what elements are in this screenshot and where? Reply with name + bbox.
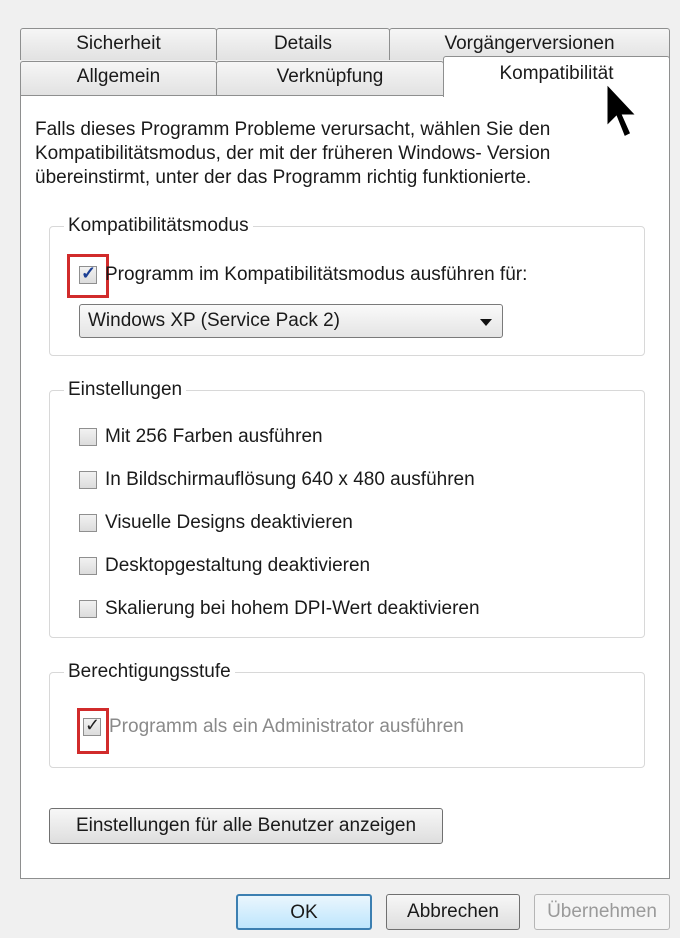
tab-sicherheit[interactable]: Sicherheit [20,28,217,60]
apply-button[interactable]: Übernehmen [534,894,670,930]
setting-640x480-checkbox[interactable] [79,471,97,489]
cancel-button[interactable]: Abbrechen [386,894,520,930]
settings-all-users-button[interactable]: Einstellungen für alle Benutzer anzeigen [49,808,443,844]
ok-button[interactable]: OK [236,894,372,930]
mouse-cursor-icon [604,80,642,141]
compatibility-panel: Falls dieses Programm Probleme verursach… [20,95,670,879]
compat-mode-checkbox-row[interactable]: Programm im Kompatibilitätsmodus ausführ… [79,263,528,286]
tab-details[interactable]: Details [216,28,390,60]
intro-text: Falls dieses Programm Probleme verursach… [35,119,551,188]
setting-640x480[interactable]: In Bildschirmauflösung 640 x 480 ausführ… [79,469,475,491]
setting-256-colors-label: Mit 256 Farben ausführen [105,426,323,447]
setting-dpi-scaling-label: Skalierung bei hohem DPI-Wert deaktivier… [105,598,480,619]
compat-mode-label: Programm im Kompatibilitätsmodus ausführ… [105,264,528,285]
setting-256-colors-checkbox[interactable] [79,428,97,446]
settings-title: Einstellungen [64,377,187,403]
compat-mode-checkbox[interactable] [79,263,97,284]
tab-allgemein[interactable]: Allgemein [20,61,217,95]
windows-version-value: Windows XP (Service Pack 2) [88,310,341,331]
admin-checkbox-row[interactable]: Programm als ein Administrator ausführen [83,715,464,738]
tab-verknuepfung[interactable]: Verknüpfung [216,61,444,95]
privilege-title: Berechtigungsstufe [64,659,235,685]
setting-dpi-scaling-checkbox[interactable] [79,600,97,618]
chevron-down-icon [480,319,492,326]
setting-dpi-scaling[interactable]: Skalierung bei hohem DPI-Wert deaktivier… [79,598,480,620]
setting-256-colors[interactable]: Mit 256 Farben ausführen [79,426,323,448]
setting-640x480-label: In Bildschirmauflösung 640 x 480 ausführ… [105,469,475,490]
setting-desktop-composition-checkbox[interactable] [79,557,97,575]
setting-desktop-composition[interactable]: Desktopgestaltung deaktivieren [79,555,370,577]
admin-checkbox[interactable] [83,715,101,736]
setting-visual-designs-checkbox[interactable] [79,514,97,532]
setting-visual-designs[interactable]: Visuelle Designs deaktivieren [79,512,353,534]
setting-visual-designs-label: Visuelle Designs deaktivieren [105,512,353,533]
admin-label: Programm als ein Administrator ausführen [109,716,464,737]
setting-desktop-composition-label: Desktopgestaltung deaktivieren [105,555,371,576]
compat-mode-title: Kompatibilitätsmodus [64,213,253,239]
windows-version-select[interactable]: Windows XP (Service Pack 2) [79,304,503,338]
